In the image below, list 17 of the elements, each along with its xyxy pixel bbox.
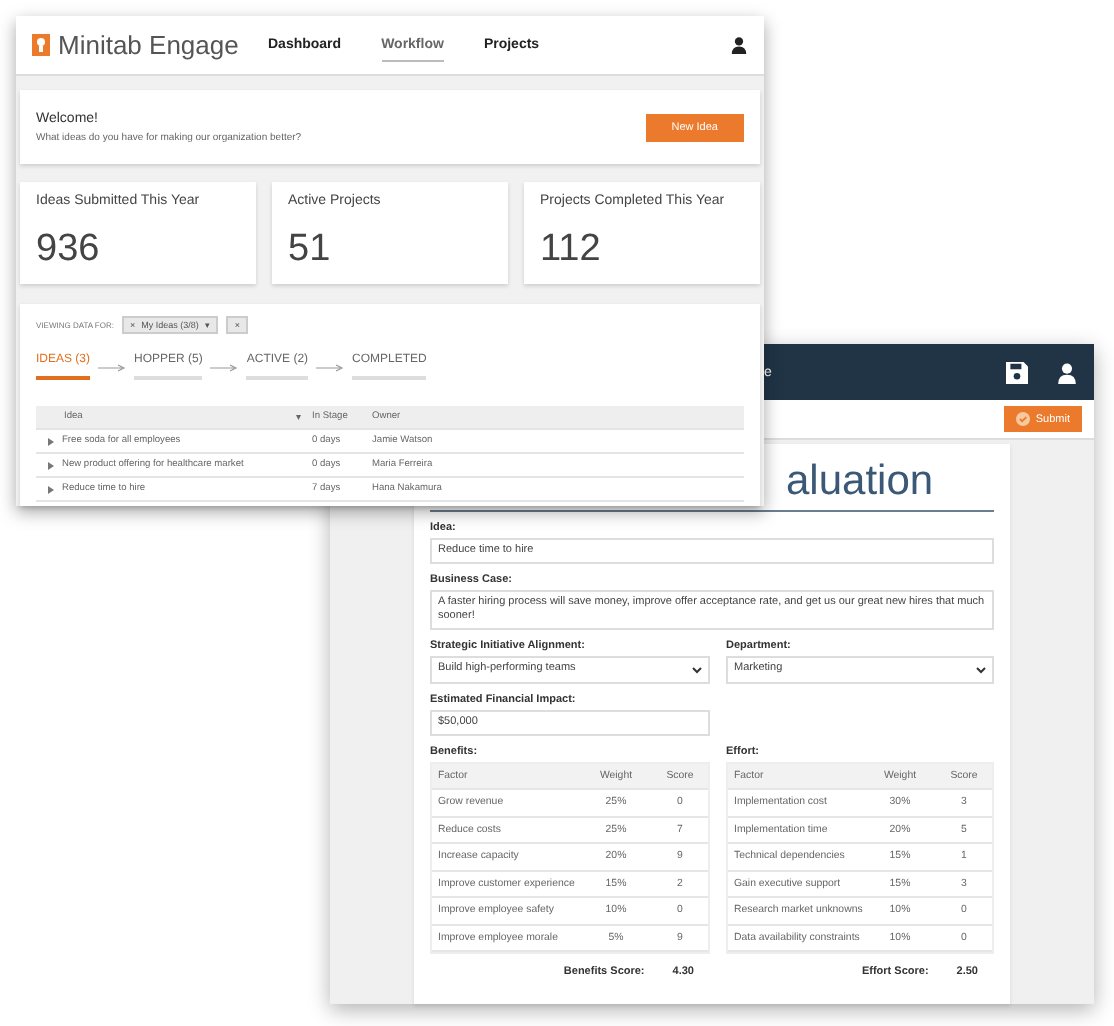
- stat-value: 936: [36, 228, 102, 272]
- save-icon[interactable]: [1006, 361, 1028, 383]
- app-name: Minitab Engage: [58, 30, 239, 60]
- arrow-icon: [316, 363, 345, 371]
- lightbulb-logo-icon: [32, 34, 50, 56]
- arrow-icon: [98, 363, 127, 371]
- expand-icon[interactable]: [48, 485, 54, 493]
- expand-icon[interactable]: [48, 437, 54, 445]
- arrow-icon: [210, 363, 239, 371]
- chevron-icon: [692, 665, 702, 674]
- shield-check-icon: [1015, 412, 1030, 426]
- chevron-icon: [976, 665, 986, 674]
- stat-value: 112: [540, 228, 603, 272]
- user-icon[interactable]: [730, 36, 748, 54]
- expand-icon[interactable]: [48, 461, 54, 469]
- stat-value: 51: [288, 228, 333, 272]
- user-icon[interactable]: [1056, 361, 1078, 383]
